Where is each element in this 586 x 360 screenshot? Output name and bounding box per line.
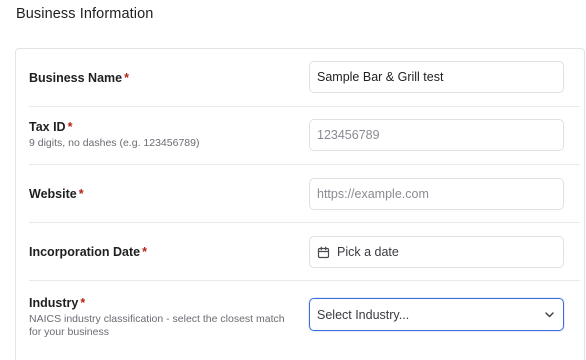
industry-select[interactable]: Select Industry...: [309, 298, 564, 331]
business-name-label: Business Name *: [29, 70, 129, 86]
business-info-card: Business Name* Tax ID* 9 digits, no dash…: [15, 48, 585, 360]
industry-hint: NAICS industry classification - select t…: [29, 313, 285, 338]
business-name-field[interactable]: [309, 61, 564, 93]
business-name-row: Business Name *: [29, 49, 580, 107]
tax-id-label-text: Tax ID: [29, 120, 66, 134]
required-asterisk: *: [142, 245, 147, 259]
tax-id-label: Tax ID *: [29, 119, 291, 135]
calendar-icon: [317, 246, 330, 259]
website-input[interactable]: [317, 187, 556, 201]
industry-label: Industry *: [29, 295, 291, 311]
business-name-label-text: Business Name: [29, 71, 123, 85]
date-picker-button[interactable]: Pick a date: [309, 236, 564, 268]
required-asterisk: *: [67, 120, 73, 134]
website-row: Website *: [29, 165, 580, 223]
business-name-label-group: Business Name *: [29, 70, 129, 86]
tax-id-field[interactable]: [309, 119, 564, 151]
website-label-group: Website *: [29, 186, 84, 202]
required-asterisk: *: [124, 71, 129, 85]
tax-id-row: Tax ID * 9 digits, no dashes (e.g. 123456…: [29, 107, 580, 165]
incorporation-date-label-group: Incorporation Date *: [29, 244, 147, 260]
business-name-input[interactable]: [317, 70, 556, 84]
required-asterisk: *: [78, 187, 84, 201]
industry-label-group: Industry * NAICS industry classification …: [29, 295, 291, 339]
required-asterisk: *: [80, 296, 86, 310]
website-label: Website *: [29, 186, 84, 202]
tax-id-hint: 9 digits, no dashes (e.g. 123456789): [29, 137, 200, 149]
tax-id-label-group: Tax ID * 9 digits, no dashes (e.g. 123456…: [29, 119, 291, 150]
website-label-text: Website: [29, 187, 77, 201]
date-placeholder: Pick a date: [337, 245, 399, 259]
section-title: Business Information: [16, 6, 154, 22]
chevron-down-icon: [543, 308, 556, 321]
industry-label-text: Industry: [29, 296, 79, 310]
incorporation-date-label: Incorporation Date *: [29, 244, 147, 260]
website-field[interactable]: [309, 178, 564, 210]
industry-select-value: Select Industry...: [317, 307, 410, 322]
industry-row: Industry * NAICS industry classification …: [29, 281, 580, 360]
tax-id-input[interactable]: [317, 128, 556, 142]
incorporation-date-row: Incorporation Date * Pick a date: [29, 223, 580, 281]
incorporation-date-label-text: Incorporation Date: [29, 245, 141, 259]
